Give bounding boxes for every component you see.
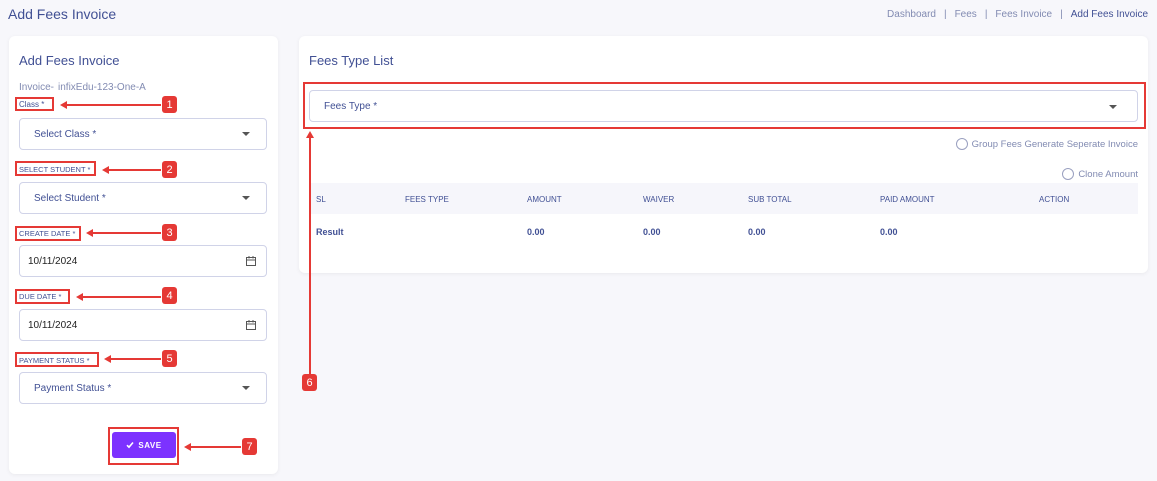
student-select-placeholder: Select Student * [34, 193, 106, 204]
breadcrumb-separator: | [943, 9, 947, 20]
column-header-sub-total: SUB TOTAL [748, 195, 792, 204]
column-header-fees-type: FEES TYPE [405, 195, 449, 204]
calendar-icon[interactable] [246, 320, 256, 330]
result-label: Result [316, 227, 344, 237]
chevron-down-icon [1109, 105, 1117, 109]
payment-status-label: PAYMENT STATUS * [19, 356, 90, 365]
clone-amount-option-label: Clone Amount [1078, 168, 1138, 180]
breadcrumb-fees[interactable]: Fees [955, 9, 977, 20]
fees-type-list-panel: Fees Type List Fees Type * Group Fees Ge… [299, 36, 1148, 273]
invoice-number-line: Invoice-infixEdu-123-One-A [19, 82, 146, 93]
table-header: SL FEES TYPE AMOUNT WAIVER SUB TOTAL PAI… [309, 183, 1138, 214]
annotation-marker: 4 [162, 287, 177, 304]
annotation-arrow-head [306, 131, 314, 138]
create-date-value: 10/11/2024 [28, 256, 78, 267]
save-button-label: SAVE [138, 440, 162, 450]
class-select[interactable]: Select Class * [19, 118, 267, 150]
add-fees-invoice-panel: Add Fees Invoice Invoice-infixEdu-123-On… [9, 36, 278, 474]
breadcrumb: Dashboard | Fees | Fees Invoice | Add Fe… [887, 9, 1148, 20]
breadcrumb-fees-invoice[interactable]: Fees Invoice [995, 9, 1052, 20]
student-select[interactable]: Select Student * [19, 182, 267, 214]
breadcrumb-separator: | [984, 9, 988, 20]
result-amount: 0.00 [527, 227, 545, 237]
result-sub-total: 0.00 [748, 227, 766, 237]
top-bar: Add Fees Invoice Dashboard | Fees | Fees… [0, 0, 1157, 30]
create-date-field[interactable]: 10/11/2024 [19, 245, 267, 277]
annotation-marker: 7 [242, 438, 257, 455]
due-date-label: DUE DATE * [19, 292, 62, 301]
column-header-sl: SL [316, 195, 326, 204]
chevron-down-icon [242, 132, 250, 136]
page-title: Add Fees Invoice [8, 6, 117, 22]
fees-type-placeholder: Fees Type * [324, 101, 378, 112]
class-label: Class * [19, 100, 45, 109]
column-header-action: ACTION [1039, 195, 1070, 204]
payment-status-placeholder: Payment Status * [34, 383, 112, 394]
clone-amount-option[interactable]: Clone Amount [1062, 168, 1138, 180]
annotation-arrow [309, 136, 311, 374]
radio-button[interactable] [955, 138, 968, 150]
annotation-marker: 5 [162, 350, 177, 367]
group-fees-option-label: Group Fees Generate Seperate Invoice [971, 138, 1138, 150]
invoice-label: Invoice- [19, 82, 55, 93]
calendar-icon[interactable] [246, 256, 256, 266]
save-button[interactable]: SAVE [112, 432, 176, 458]
annotation-marker: 1 [162, 96, 177, 113]
annotation-marker: 2 [162, 161, 177, 178]
fees-type-select[interactable]: Fees Type * [309, 90, 1138, 122]
column-header-paid-amount: PAID AMOUNT [880, 195, 935, 204]
radio-button[interactable] [1062, 168, 1075, 180]
check-icon [126, 441, 134, 449]
breadcrumb-separator: | [1060, 9, 1063, 20]
result-paid-amount: 0.00 [880, 227, 898, 237]
payment-status-select[interactable]: Payment Status * [19, 372, 267, 404]
result-waiver: 0.00 [643, 227, 661, 237]
breadcrumb-dashboard[interactable]: Dashboard [887, 9, 936, 20]
column-header-amount: AMOUNT [527, 195, 562, 204]
breadcrumb-current: Add Fees Invoice [1070, 9, 1148, 20]
panel-title: Add Fees Invoice [19, 53, 120, 68]
group-fees-option[interactable]: Group Fees Generate Seperate Invoice [955, 138, 1138, 150]
chevron-down-icon [242, 196, 250, 200]
create-date-label: CREATE DATE * [19, 229, 76, 238]
annotation-marker: 6 [302, 374, 317, 391]
due-date-value: 10/11/2024 [28, 320, 78, 331]
class-select-placeholder: Select Class * [34, 129, 97, 140]
column-header-waiver: WAIVER [643, 195, 675, 204]
chevron-down-icon [242, 386, 250, 390]
due-date-field[interactable]: 10/11/2024 [19, 309, 267, 341]
annotation-marker: 3 [162, 224, 177, 241]
student-label: SELECT STUDENT * [19, 165, 91, 174]
panel-title: Fees Type List [309, 53, 394, 68]
invoice-number: infixEdu-123-One-A [58, 82, 146, 93]
